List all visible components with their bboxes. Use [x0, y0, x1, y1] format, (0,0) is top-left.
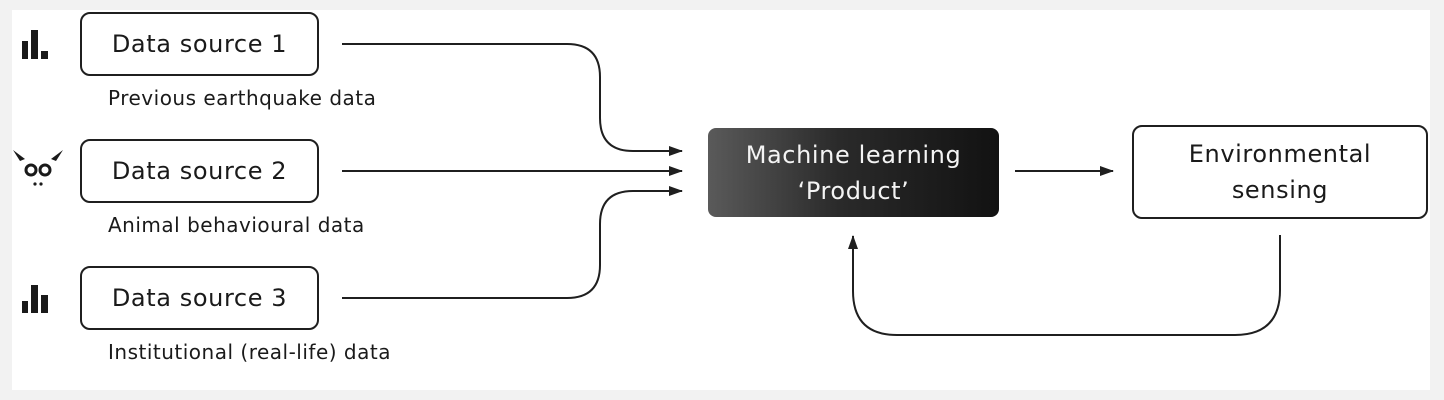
arrow-source3-to-ml [342, 186, 683, 299]
data-source-2-box: Data source 2 [80, 139, 319, 203]
bar-chart-icon [22, 285, 48, 313]
data-source-1-description: Previous earthquake data [108, 86, 377, 110]
bar-chart-icon [22, 30, 48, 59]
diagram-canvas: Data source 1 Previous earthquake data D… [12, 10, 1430, 390]
ml-product-line2: ‘Product’ [797, 176, 910, 205]
data-source-3-description: Institutional (real-life) data [108, 340, 391, 364]
environmental-sensing-box: Environmental sensing [1132, 125, 1428, 219]
data-source-3-box: Data source 3 [80, 266, 319, 330]
data-source-3-label: Data source 3 [111, 284, 288, 312]
data-source-1-box: Data source 1 [80, 12, 319, 76]
arrow-feedback-loop [848, 235, 1281, 336]
data-source-2-description: Animal behavioural data [108, 213, 365, 237]
data-source-2-label: Data source 2 [111, 157, 288, 185]
environmental-line1: Environmental [1188, 140, 1372, 168]
ml-product-line1: Machine learning [745, 140, 962, 169]
arrow-source1-to-ml [342, 43, 683, 156]
data-source-1-label: Data source 1 [111, 30, 288, 58]
machine-learning-product-box: Machine learning ‘Product’ [708, 128, 999, 217]
owl-icon [13, 150, 63, 186]
environmental-line2: sensing [1231, 176, 1329, 204]
